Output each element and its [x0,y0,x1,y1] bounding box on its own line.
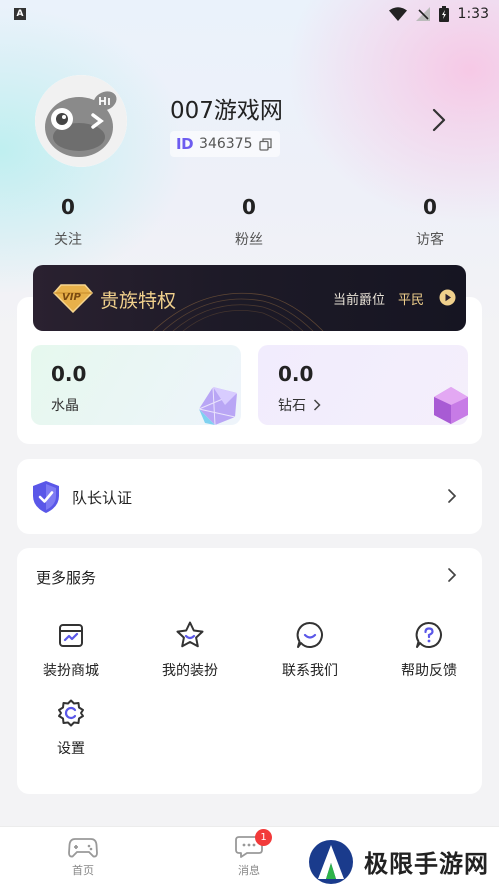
stat-value: 0 [423,195,437,219]
crystal-gem-icon [198,386,238,425]
play-circle-icon [439,289,456,306]
stat-label: 粉丝 [235,232,263,248]
wifi-icon [388,7,407,21]
more-services-title: 更多服务 [36,569,97,587]
tab-messages[interactable]: 消息 [209,835,289,878]
vip-title: 贵族特权 [100,290,177,312]
chevron-right-icon [448,489,457,503]
tab-label: 消息 [238,864,260,877]
id-label: ID [176,135,194,153]
stat-value: 0 [242,195,256,219]
app-notification-icon: A [14,8,26,20]
service-label: 联系我们 [282,663,338,679]
storefront-icon [59,624,83,647]
gamepad-icon [68,838,98,858]
stat-label: 访客 [416,232,444,248]
service-contact-us[interactable]: 联系我们 [255,620,365,680]
shield-check-icon [33,481,59,513]
avatar-mascot-icon [35,75,127,167]
more-services-chevron-right-icon[interactable] [447,567,457,583]
service-help-feedback[interactable]: 帮助反馈 [374,620,484,680]
vip-badge-text: VIP [62,292,81,303]
help-icon [415,621,442,648]
service-dress-shop[interactable]: 装扮商城 [16,620,126,680]
username: 007游戏网 [170,98,283,124]
tab-label: 首页 [72,864,94,877]
vip-level-value: 平民 [398,293,425,308]
captain-verify-label: 队长认证 [72,489,133,507]
diamond-label: 钻石 [278,398,306,414]
battery-icon [438,6,449,22]
crystal-wallet[interactable]: 0.0 水晶 [31,345,241,425]
tab-home[interactable]: 首页 [43,835,123,878]
status-bar: A 1:33 [0,0,499,28]
watermark-text: 极限手游网 [364,849,489,878]
stat-following[interactable]: 0 关注 [18,195,118,249]
clock: 1:33 [457,6,489,22]
vip-banner[interactable]: VIP 贵族特权 当前爵位 平民 [33,265,466,331]
crystal-value: 0.0 [51,362,87,386]
no-signal-icon [415,7,430,21]
avatar[interactable] [35,75,127,167]
service-my-dress[interactable]: 我的装扮 [135,620,245,680]
vip-level-label: 当前爵位 [333,293,386,308]
message-count-badge: 1 [255,829,272,846]
user-id-value: 346375 [199,136,253,152]
stat-fans[interactable]: 0 粉丝 [199,195,299,249]
diamond-gem-icon [434,387,468,424]
copy-icon[interactable] [258,137,272,151]
diamond-value: 0.0 [278,362,314,386]
chat-smile-icon [296,621,323,648]
stat-label: 关注 [54,232,82,248]
stat-visitors[interactable]: 0 访客 [380,195,480,249]
service-settings[interactable]: 设置 [16,698,126,758]
service-label: 我的装扮 [162,663,218,679]
captain-verify-row[interactable]: 队长认证 [17,459,482,534]
profile-chevron-right-icon[interactable] [432,108,446,132]
service-label: 帮助反馈 [401,663,457,679]
user-id-chip[interactable]: ID 346375 [170,131,280,157]
service-label: 设置 [57,741,85,757]
star-face-icon [176,621,204,648]
diamond-wallet[interactable]: 0.0 钻石 [258,345,468,425]
diamond-chevron-right-icon [313,399,321,411]
crystal-label: 水晶 [51,398,79,414]
service-label: 装扮商城 [43,663,99,679]
watermark-logo-icon [309,839,353,884]
settings-icon [58,699,84,727]
watermark: 极限手游网 [308,836,498,887]
stat-value: 0 [61,195,75,219]
